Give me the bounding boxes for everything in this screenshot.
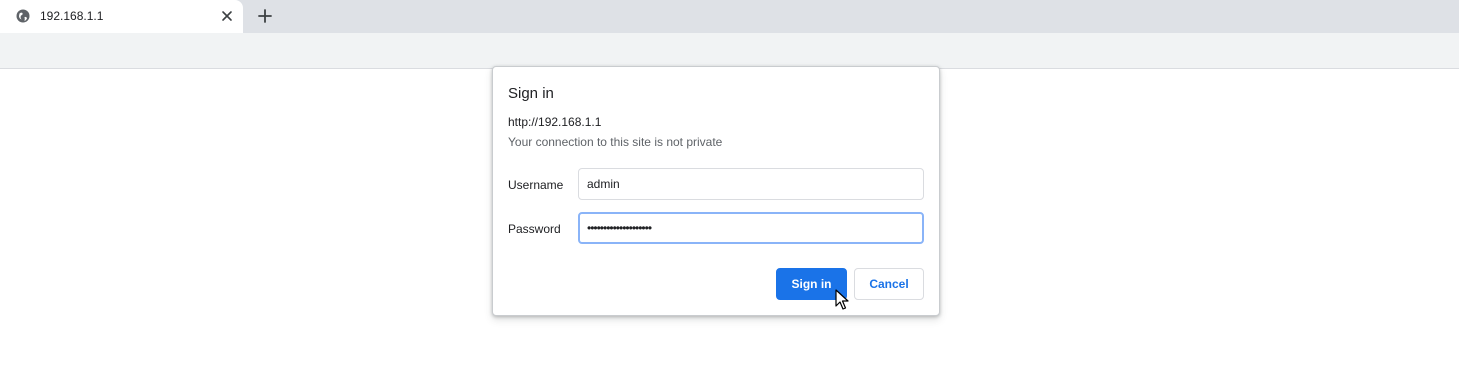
browser-tab[interactable]: 192.168.1.1: [0, 0, 243, 33]
tab-title: 192.168.1.1: [40, 9, 104, 23]
username-field[interactable]: admin: [578, 168, 924, 200]
plus-icon[interactable]: [256, 7, 274, 25]
connection-warning: Your connection to this site is not priv…: [508, 135, 723, 149]
password-label: Password: [508, 222, 561, 236]
browser-toolbar: [0, 33, 1459, 69]
globe-icon: [16, 9, 30, 23]
username-label: Username: [508, 178, 564, 192]
tab-strip: 192.168.1.1: [0, 0, 1459, 33]
password-field[interactable]: ••••••••••••••••••••: [578, 212, 924, 244]
dialog-title: Sign in: [508, 85, 554, 102]
close-icon[interactable]: [219, 8, 235, 24]
sign-in-dialog: Sign in http://192.168.1.1 Your connecti…: [492, 66, 940, 316]
mouse-pointer-icon: [835, 289, 849, 310]
cancel-button[interactable]: Cancel: [854, 268, 924, 300]
dialog-url: http://192.168.1.1: [508, 115, 602, 129]
